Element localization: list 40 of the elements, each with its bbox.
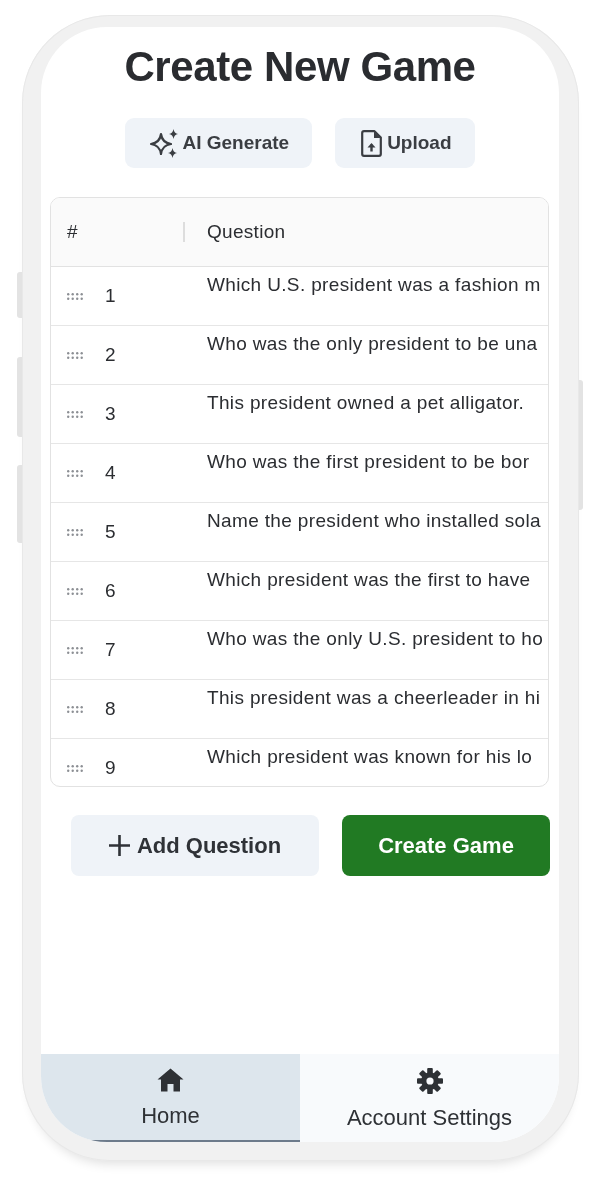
column-header: Question [207,220,286,244]
question-text: Who was the first president to be bor [207,451,530,473]
question-text: Which U.S. president was a fashion m [207,274,541,296]
question-text: Which president was the first to have [207,569,531,591]
column-header: # [67,220,79,244]
file-upload-icon [361,129,383,157]
home-icon [157,1068,184,1092]
ai-generate-button[interactable]: AI Generate [125,118,313,168]
row-number: 1 [105,285,116,307]
drag-handle-icon[interactable] [67,646,83,654]
drag-handle-icon[interactable] [67,764,83,772]
question-text: Who was the only U.S. president to ho [207,628,544,650]
question-text: Name the president who installed sola [207,510,542,532]
create-game-button[interactable]: Create Game [342,815,550,876]
page-title: Create New Game [124,43,476,91]
home-tab[interactable]: Home [41,1054,300,1142]
question-text: Who was the only president to be una [207,333,538,355]
settings-icon [416,1068,443,1094]
add-question-button[interactable]: Add Question [71,815,319,876]
drag-handle-icon[interactable] [67,410,83,418]
row-number: 9 [105,757,116,779]
row-number: 4 [105,462,116,484]
row-number: 3 [105,403,116,425]
row-number: 6 [105,580,116,602]
row-number: 7 [105,639,116,661]
drag-handle-icon[interactable] [67,587,83,595]
drag-handle-icon[interactable] [67,705,83,713]
question-text: This president was a cheerleader in hi [207,687,541,709]
plus-icon [108,835,130,856]
account-settings-tab[interactable]: Account Settings [300,1054,559,1142]
drag-handle-icon[interactable] [67,469,83,477]
drag-handle-icon[interactable] [67,528,83,536]
question-text: Which president was known for his lo [207,746,533,768]
drag-handle-icon[interactable] [67,292,83,300]
row-number: 8 [105,698,116,720]
drag-handle-icon[interactable] [67,351,83,359]
row-number: 5 [105,521,116,543]
question-text: This president owned a pet alligator. [207,392,525,414]
upload-button[interactable]: Upload [335,118,475,168]
row-number: 2 [105,344,116,366]
